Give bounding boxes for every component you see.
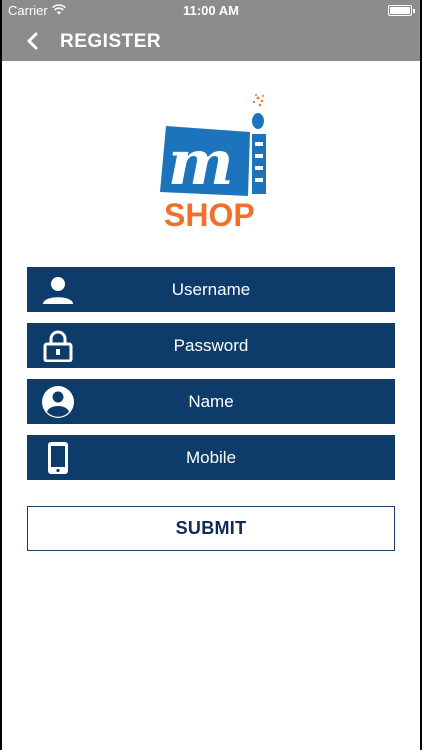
- app-screen: Carrier 11:00 AM REGISTER m SHOP Usernam…: [2, 0, 420, 750]
- mobile-field[interactable]: [27, 435, 395, 480]
- mshop-logo: m SHOP: [152, 92, 270, 234]
- password-field[interactable]: [27, 323, 395, 368]
- name-field[interactable]: [27, 379, 395, 424]
- mobile-input[interactable]: [27, 435, 395, 480]
- chevron-left-icon: [27, 32, 38, 50]
- phone-icon: [39, 441, 77, 474]
- top-bar: Carrier 11:00 AM REGISTER: [2, 0, 420, 61]
- svg-text:SHOP: SHOP: [164, 197, 255, 233]
- battery-icon: [388, 5, 415, 16]
- account-circle-icon: [39, 385, 77, 418]
- navigation-bar: REGISTER: [2, 22, 420, 61]
- status-time: 11:00 AM: [183, 3, 239, 18]
- back-button[interactable]: [20, 28, 46, 54]
- submit-button[interactable]: SUBMIT: [27, 506, 395, 551]
- username-field[interactable]: [27, 267, 395, 312]
- svg-text:m: m: [168, 126, 234, 199]
- user-icon: [39, 273, 77, 306]
- lock-icon: [39, 329, 77, 362]
- status-bar: Carrier 11:00 AM: [2, 0, 420, 22]
- name-input[interactable]: [27, 379, 395, 424]
- password-input[interactable]: [27, 323, 395, 368]
- username-input[interactable]: [27, 267, 395, 312]
- page-title: REGISTER: [60, 31, 162, 52]
